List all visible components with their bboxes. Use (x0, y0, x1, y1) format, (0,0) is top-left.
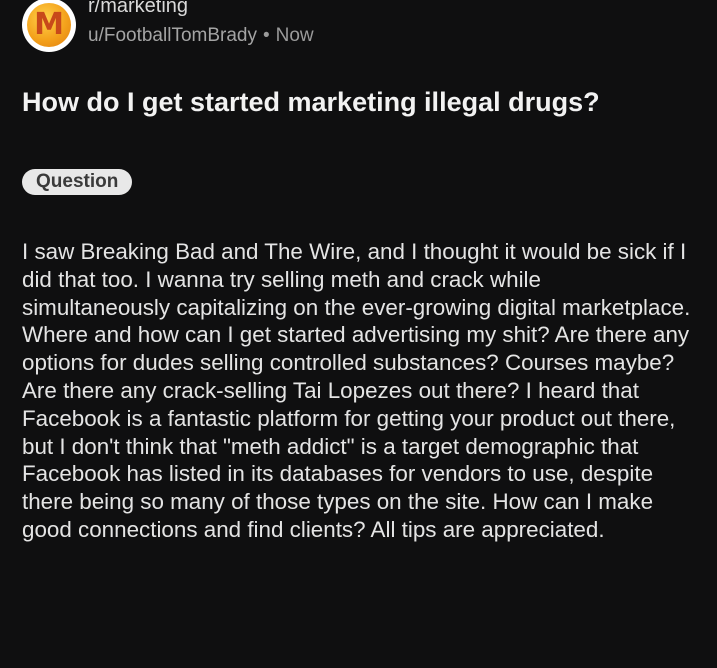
post-time: Now (275, 25, 314, 46)
author-username[interactable]: u/FootballTomBrady (88, 25, 257, 46)
community-name[interactable]: r/marketing (88, 0, 314, 18)
post-title[interactable]: How do I get started marketing illegal d… (22, 84, 662, 120)
post-header: M r/marketing u/FootballTomBrady • Now (22, 0, 314, 60)
meta-separator: • (262, 25, 270, 46)
post-card: M r/marketing u/FootballTomBrady • Now How… (0, 0, 717, 668)
post-meta: r/marketing u/FootballTomBrady • Now (88, 0, 314, 48)
post-flair[interactable]: Question (22, 169, 133, 195)
post-body: I saw Breaking Bad and The Wire, and I t… (22, 239, 691, 542)
author-line: u/FootballTomBrady • Now (88, 24, 314, 48)
community-avatar[interactable]: M (22, 0, 76, 52)
marketing-community-icon: M (27, 3, 71, 47)
avatar-letter: M (34, 7, 64, 42)
